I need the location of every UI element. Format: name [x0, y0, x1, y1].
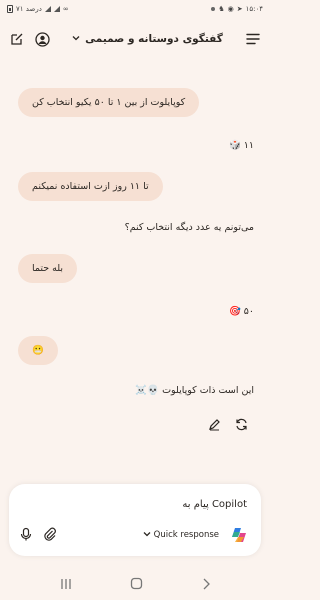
composer-left-tools	[19, 526, 57, 545]
composer-toolbar: Quick response	[19, 524, 249, 546]
response-mode-dropdown[interactable]: Quick response	[143, 530, 219, 541]
notification-dot-icon	[211, 7, 216, 11]
message-input[interactable]: پیام به Copilot	[182, 499, 247, 510]
snapchat-icon: ♞	[218, 5, 225, 13]
user-message: 😬	[18, 336, 58, 365]
infinity-icon: ∞	[62, 5, 69, 13]
assistant-message: 🎲 ۱۱	[228, 140, 254, 151]
whatsapp-icon: ◉	[227, 5, 234, 13]
composer-right-tools: Quick response	[143, 525, 249, 545]
status-right: ♞ ◉ ➤ ۱۵:۰۴	[211, 5, 263, 13]
account-icon[interactable]	[34, 31, 50, 47]
conversation-title-dropdown[interactable]: گفتگوی دوستانه و صمیمی	[72, 33, 223, 45]
recents-icon[interactable]	[59, 575, 73, 594]
response-mode-label: Quick response	[153, 530, 219, 540]
compose-icon[interactable]	[9, 31, 25, 47]
assistant-message: 🎯 ۵۰	[228, 306, 254, 317]
message-actions	[208, 416, 248, 435]
battery-icon	[7, 5, 13, 13]
signal-icon-2	[53, 6, 60, 12]
user-message: تا ۱۱ روز ازت استفاده نمیکنم	[18, 172, 163, 201]
conversation-title: گفتگوی دوستانه و صمیمی	[85, 33, 223, 45]
signal-icon	[44, 6, 51, 12]
user-message: بله حتما	[18, 254, 78, 283]
refresh-icon[interactable]	[235, 416, 248, 435]
pencil-icon[interactable]	[208, 416, 221, 435]
user-message: کوپایلوت از بین ۱ تا ۵۰ یکیو انتخاب کن	[18, 88, 200, 117]
status-left: ۷۱ درصد ∞	[7, 5, 69, 13]
composer: پیام به Copilot Quick response	[9, 484, 261, 556]
assistant-message: این است ذات کوپایلوت 💀☠️	[135, 385, 254, 396]
android-nav-bar	[0, 568, 270, 600]
assistant-message: می‌تونم یه عدد دیگه انتخاب کنم؟	[124, 222, 254, 233]
microphone-icon[interactable]	[19, 526, 33, 545]
paperclip-icon[interactable]	[43, 526, 57, 545]
copilot-logo-icon[interactable]	[229, 525, 249, 545]
hamburger-icon[interactable]	[245, 31, 261, 47]
status-bar: ۷۱ درصد ∞ ♞ ◉ ➤ ۱۵:۰۴	[0, 0, 270, 18]
battery-text: ۷۱ درصد	[16, 5, 42, 13]
status-time: ۱۵:۰۴	[245, 5, 263, 13]
chevron-down-icon	[143, 530, 151, 541]
home-icon[interactable]	[130, 575, 143, 594]
top-bar-left	[9, 31, 50, 47]
back-icon[interactable]	[201, 575, 211, 594]
chevron-down-icon	[72, 33, 80, 45]
top-bar: گفتگوی دوستانه و صمیمی	[0, 26, 270, 52]
telegram-icon: ➤	[236, 5, 243, 13]
